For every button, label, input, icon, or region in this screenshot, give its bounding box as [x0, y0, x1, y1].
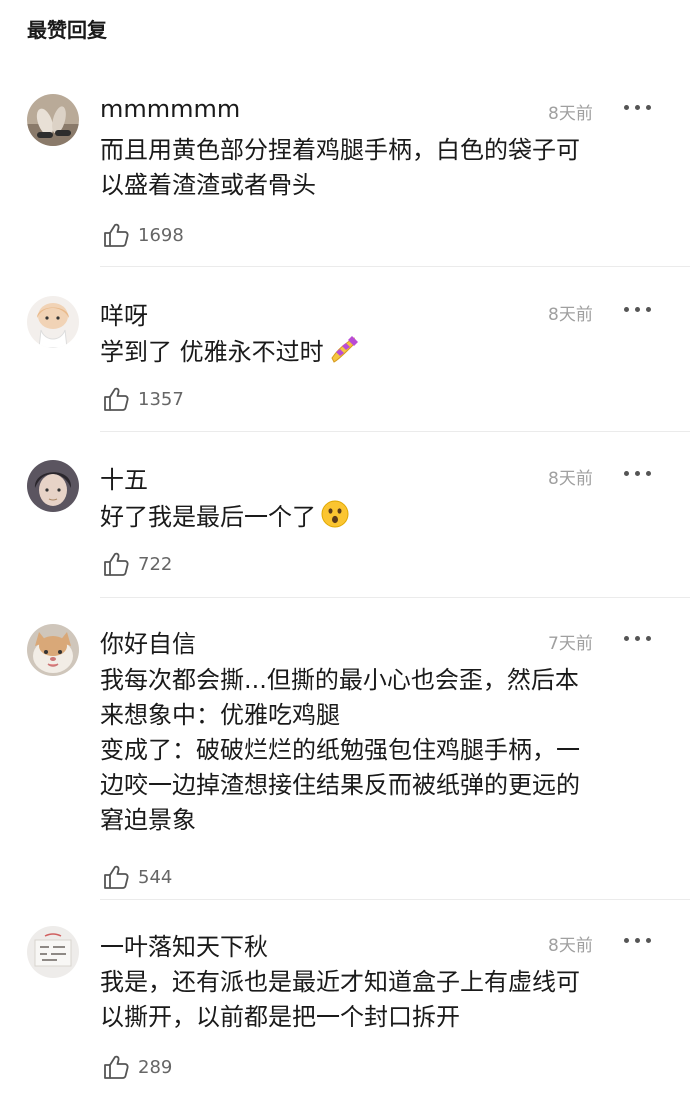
comment-line: 好了我是最后一个了 [100, 499, 660, 535]
thumbs-up-icon [104, 865, 129, 889]
avatar[interactable] [27, 296, 79, 348]
avatar[interactable] [27, 460, 79, 512]
avatar[interactable] [27, 624, 79, 676]
like-count: 544 [138, 867, 173, 888]
comment-line: 以撕开，以前都是把一个封口拆开 [100, 1003, 460, 1031]
divider [100, 431, 690, 432]
like-count: 289 [138, 1057, 173, 1078]
avatar[interactable] [27, 94, 79, 146]
comment-text: 而且用黄色部分捏着鸡腿手柄，白色的袋子可 以盛着渣渣或者骨头 [100, 133, 660, 203]
like-count: 722 [138, 554, 173, 575]
timestamp: 7天前 [548, 634, 593, 654]
more-options-icon[interactable] [624, 464, 652, 484]
divider [100, 899, 690, 900]
avatar[interactable] [27, 926, 79, 978]
username[interactable]: 你好自信 [100, 624, 196, 659]
thumbs-up-icon [104, 1055, 129, 1079]
thumbs-up-icon [104, 223, 129, 247]
more-options-icon[interactable] [624, 98, 652, 118]
timestamp: 8天前 [548, 469, 593, 489]
timestamp: 8天前 [548, 104, 593, 124]
divider [100, 266, 690, 267]
timestamp: 8天前 [548, 936, 593, 956]
like-count: 1698 [138, 225, 184, 246]
section-title: 最赞回复 [27, 18, 107, 42]
thumbs-up-icon [104, 552, 129, 576]
comment-line-text: 好了我是最后一个了 [100, 503, 316, 531]
divider [100, 597, 690, 598]
nail-polish-emoji [331, 336, 358, 363]
comment-line: 我每次都会撕...但撕的最小心也会歪，然后本 [100, 666, 579, 694]
comment-line: 变成了：破破烂烂的纸勉强包住鸡腿手柄，一 [100, 736, 580, 764]
comment-line-text: 学到了 优雅永不过时 [100, 338, 324, 366]
comment-line: 学到了 优雅永不过时 [100, 334, 660, 370]
like-count: 1357 [138, 389, 184, 410]
username[interactable]: 一叶落知天下秋 [100, 927, 268, 962]
comment-text: 我每次都会撕...但撕的最小心也会歪，然后本 来想象中：优雅吃鸡腿 变成了：破破… [100, 663, 660, 838]
comment-text: 好了我是最后一个了 [100, 499, 660, 535]
username[interactable]: 咩呀 [100, 296, 148, 331]
comment-line: 我是，还有派也是最近才知道盒子上有虚线可 [100, 968, 580, 996]
more-options-icon[interactable] [624, 931, 652, 951]
timestamp: 8天前 [548, 305, 593, 325]
comment-line: 以盛着渣渣或者骨头 [100, 171, 316, 199]
comment-text: 我是，还有派也是最近才知道盒子上有虚线可 以撕开，以前都是把一个封口拆开 [100, 965, 660, 1035]
surprised-face-emoji [321, 500, 349, 528]
username[interactable]: mmmmmm [100, 95, 240, 123]
more-options-icon[interactable] [624, 300, 652, 320]
comment-line: 来想象中：优雅吃鸡腿 [100, 701, 340, 729]
comment-line: 而且用黄色部分捏着鸡腿手柄，白色的袋子可 [100, 136, 580, 164]
thumbs-up-icon [104, 387, 129, 411]
username[interactable]: 十五 [100, 460, 148, 495]
comment-line: 边咬一边掉渣想接住结果反而被纸弹的更远的 [100, 771, 580, 799]
comment-line: 窘迫景象 [100, 806, 196, 834]
comment-text: 学到了 优雅永不过时 [100, 334, 660, 370]
more-options-icon[interactable] [624, 629, 652, 649]
